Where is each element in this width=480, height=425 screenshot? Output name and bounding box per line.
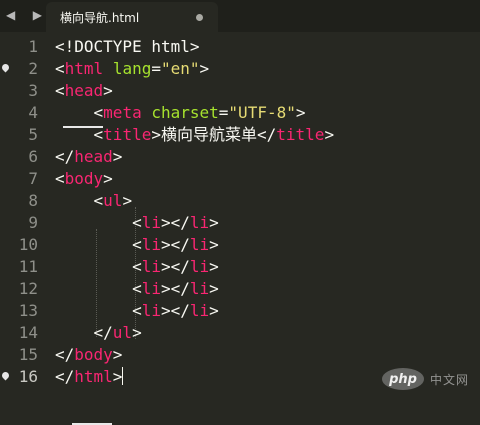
- line-code: <meta charset="UTF-8">: [55, 103, 306, 122]
- line-number: 6: [28, 147, 38, 166]
- line-code: </ul>: [55, 323, 142, 342]
- tag-name: head: [64, 81, 104, 100]
- line-code: </head>: [55, 147, 123, 166]
- tag-name: body: [74, 345, 113, 364]
- line-number: 8: [28, 191, 38, 210]
- tab-title: 横向导航.html: [60, 11, 140, 25]
- title-text: 横向导航菜单: [160, 125, 257, 144]
- attribute-value: "UTF-8": [228, 103, 296, 122]
- tag-name: li: [141, 301, 161, 320]
- code-line: 3 <head>: [0, 80, 480, 102]
- attribute-name: lang: [112, 59, 152, 78]
- code-line: 9 <li></li>: [0, 212, 480, 234]
- tag-name: li: [189, 279, 210, 298]
- line-code: <head>: [55, 81, 113, 100]
- bracket-match-underline: [63, 126, 103, 128]
- line-code: <li></li>: [55, 279, 219, 298]
- line-code: </html>: [55, 367, 123, 386]
- tag-name: title: [276, 125, 325, 144]
- line-code: <li></li>: [55, 235, 219, 254]
- text-cursor: [122, 367, 123, 385]
- line-number: 15: [18, 345, 38, 364]
- code-line: 4 <meta charset="UTF-8">: [0, 102, 480, 124]
- tag-name: li: [141, 279, 161, 298]
- php-logo: php: [382, 368, 424, 390]
- tag-name: ul: [103, 191, 123, 210]
- code-line: 7 <body>: [0, 168, 480, 190]
- watermark-text: 中文网: [430, 372, 470, 387]
- line-code: </body>: [55, 345, 123, 364]
- line-number: 10: [18, 235, 38, 254]
- watermark: php 中文网: [382, 364, 478, 394]
- code-line: 13 <li></li>: [0, 300, 480, 322]
- forward-arrow-icon[interactable]: ▶: [33, 8, 42, 22]
- line-code: <body>: [55, 169, 113, 188]
- line-number: 11: [18, 257, 38, 276]
- attribute-value: "en": [160, 59, 200, 78]
- code-line: 8 <ul>: [0, 190, 480, 212]
- line-number: 13: [18, 301, 38, 320]
- code-line: 14 </ul>: [0, 322, 480, 344]
- tag-name: li: [141, 235, 161, 254]
- code-line: 2 <html lang="en">: [0, 58, 480, 80]
- line-number: 14: [18, 323, 38, 342]
- line-number: 3: [28, 81, 38, 100]
- line-code: <li></li>: [55, 257, 219, 276]
- tag-name: html: [74, 367, 113, 386]
- tag-name: li: [141, 257, 161, 276]
- code-editor[interactable]: 1 <!DOCTYPE html> 2 <html lang="en"> 3 <…: [0, 36, 480, 425]
- tag-name: html: [64, 59, 104, 78]
- code-line: 10 <li></li>: [0, 234, 480, 256]
- line-code: <ul>: [55, 191, 133, 210]
- tag-name: ul: [112, 323, 133, 342]
- line-number: 4: [28, 103, 38, 122]
- code-line: 11 <li></li>: [0, 256, 480, 278]
- line-number: 16: [18, 367, 38, 386]
- code-line: 1 <!DOCTYPE html>: [0, 36, 480, 58]
- file-tab[interactable]: 横向导航.html: [46, 2, 218, 32]
- attribute-name: charset: [151, 103, 219, 122]
- line-number: 5: [28, 125, 38, 144]
- line-code: <html lang="en">: [55, 59, 210, 78]
- tag-name: li: [189, 257, 210, 276]
- line-code: <li></li>: [55, 301, 219, 320]
- doctype: <!DOCTYPE html>: [55, 37, 200, 56]
- tag-name: body: [64, 169, 104, 188]
- line-number: 7: [28, 169, 38, 188]
- unsaved-dot-icon[interactable]: [196, 14, 203, 21]
- line-number: 1: [28, 37, 38, 56]
- line-number: 2: [28, 59, 38, 78]
- tab-bar: ◀ ▶ 横向导航.html: [0, 0, 480, 32]
- line-code: <!DOCTYPE html>: [55, 36, 200, 58]
- code-line: 12 <li></li>: [0, 278, 480, 300]
- code-line: 6 </head>: [0, 146, 480, 168]
- line-number: 9: [28, 213, 38, 232]
- tag-name: li: [189, 301, 210, 320]
- tag-name: head: [74, 147, 113, 166]
- tag-name: li: [189, 235, 210, 254]
- line-number: 12: [18, 279, 38, 298]
- tag-name: meta: [103, 103, 142, 122]
- tag-name: li: [141, 213, 161, 232]
- tag-name: li: [189, 213, 210, 232]
- tag-name: title: [103, 125, 152, 144]
- line-code: <li></li>: [55, 213, 219, 232]
- tab-navigation: ◀ ▶: [6, 6, 42, 24]
- code-line: 15 </body>: [0, 344, 480, 366]
- back-arrow-icon[interactable]: ◀: [6, 8, 15, 22]
